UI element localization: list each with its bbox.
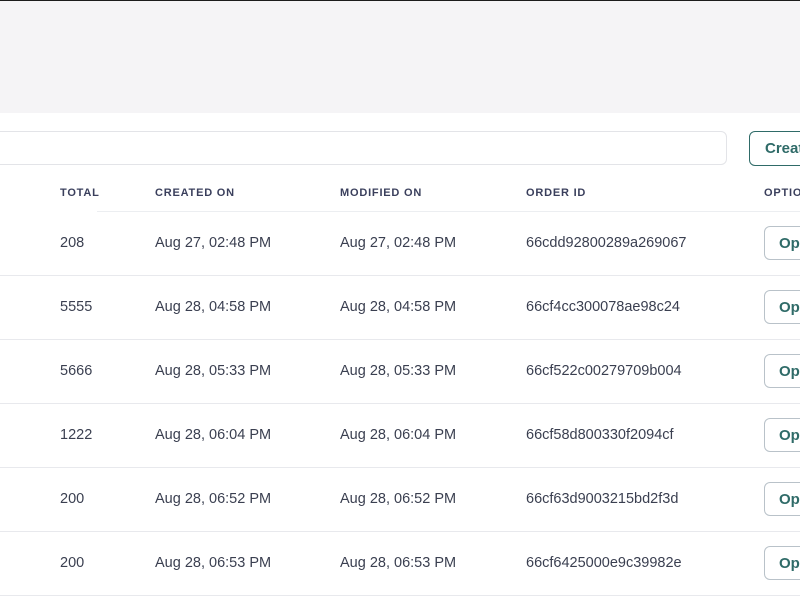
- cell-modified-on: Aug 27, 02:48 PM: [340, 235, 457, 251]
- search-input[interactable]: [0, 131, 727, 165]
- cell-order-id: 66cf4cc300078ae98c24: [526, 299, 680, 315]
- row-options-button[interactable]: Options: [764, 290, 800, 324]
- table-row: 5555 Aug 28, 04:58 PM Aug 28, 04:58 PM 66cf…: [0, 276, 800, 340]
- cell-modified-on: Aug 28, 05:33 PM: [340, 363, 457, 379]
- cell-modified-on: Aug 28, 04:58 PM: [340, 299, 457, 315]
- column-header-modified-on: MODIFIED ON: [340, 187, 423, 199]
- create-button[interactable]: Create: [749, 131, 800, 166]
- cell-created-on: Aug 28, 05:33 PM: [155, 363, 272, 379]
- cell-created-on: Aug 28, 06:53 PM: [155, 555, 272, 571]
- orders-page: Create TOTAL CREATED ON MODIFIED ON ORDE…: [0, 0, 800, 600]
- page-header: [0, 1, 800, 113]
- cell-modified-on: Aug 28, 06:52 PM: [340, 491, 457, 507]
- column-header-created-on: CREATED ON: [155, 187, 235, 199]
- table-row: 208 Aug 27, 02:48 PM Aug 27, 02:48 PM 66cdd…: [0, 212, 800, 276]
- cell-total: 200: [60, 555, 85, 571]
- row-options-button[interactable]: Options: [764, 546, 800, 580]
- cell-total: 208: [60, 235, 85, 251]
- row-options-button[interactable]: Options: [764, 226, 800, 260]
- cell-order-id: 66cf63d9003215bd2f3d: [526, 491, 679, 507]
- cell-order-id: 66cf58d800330f2094cf: [526, 427, 674, 443]
- row-options-button[interactable]: Options: [764, 482, 800, 516]
- column-header-order-id: ORDER ID: [526, 187, 587, 199]
- table-row: 5666 Aug 28, 05:33 PM Aug 28, 05:33 PM 66cf…: [0, 340, 800, 404]
- row-options-button[interactable]: Options: [764, 354, 800, 388]
- cell-total: 200: [60, 491, 85, 507]
- table-row: 200 Aug 28, 06:52 PM Aug 28, 06:52 PM 66cf6…: [0, 468, 800, 532]
- cell-created-on: Aug 28, 06:52 PM: [155, 491, 272, 507]
- cell-created-on: Aug 27, 02:48 PM: [155, 235, 272, 251]
- cell-created-on: Aug 28, 04:58 PM: [155, 299, 272, 315]
- table-row: 1222 Aug 28, 06:04 PM Aug 28, 06:04 PM 66cf…: [0, 404, 800, 468]
- row-divider: [0, 595, 800, 596]
- table-row: 200 Aug 28, 06:53 PM Aug 28, 06:53 PM 66cf6…: [0, 532, 800, 596]
- cell-total: 5555: [60, 299, 93, 315]
- column-header-total: TOTAL: [60, 187, 100, 199]
- row-options-button[interactable]: Options: [764, 418, 800, 452]
- cell-order-id: 66cdd92800289a269067: [526, 235, 687, 251]
- cell-order-id: 66cf6425000e9c39982e: [526, 555, 682, 571]
- cell-modified-on: Aug 28, 06:53 PM: [340, 555, 457, 571]
- cell-total: 1222: [60, 427, 93, 443]
- cell-modified-on: Aug 28, 06:04 PM: [340, 427, 457, 443]
- column-header-options: OPTIONS: [764, 187, 800, 199]
- cell-total: 5666: [60, 363, 93, 379]
- cell-order-id: 66cf522c00279709b004: [526, 363, 682, 379]
- cell-created-on: Aug 28, 06:04 PM: [155, 427, 272, 443]
